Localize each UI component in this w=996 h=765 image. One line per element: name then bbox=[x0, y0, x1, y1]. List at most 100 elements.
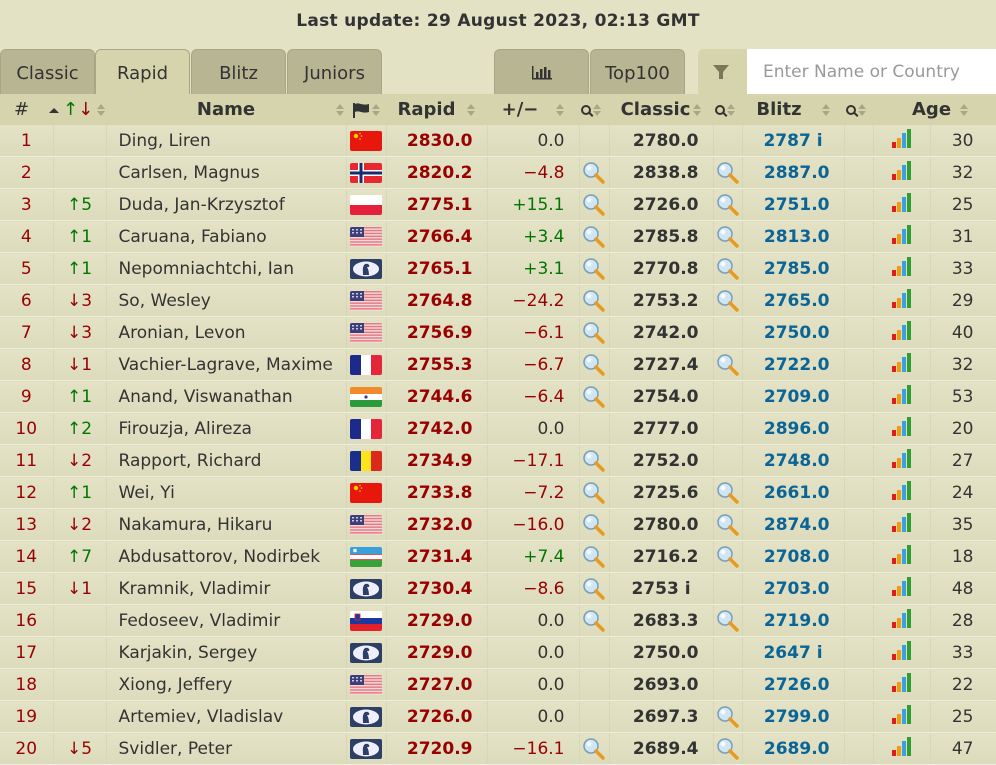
rating-chart-cell[interactable] bbox=[873, 316, 931, 349]
classic-search-cell[interactable] bbox=[579, 316, 610, 349]
diff-header[interactable]: +/− bbox=[487, 94, 579, 125]
player-name-link[interactable]: Aronian, Levon bbox=[106, 316, 347, 349]
magnifier-icon[interactable] bbox=[716, 225, 740, 248]
table-row[interactable]: 1 Ding, Liren 2830.0 0.0 2780.0 2787 i 30 bbox=[0, 125, 996, 157]
search-input[interactable] bbox=[747, 49, 996, 94]
rating-chart-icon[interactable] bbox=[891, 449, 913, 473]
player-name-link[interactable]: Rapport, Richard bbox=[106, 444, 347, 477]
blitz-search-cell[interactable] bbox=[713, 476, 743, 509]
player-name-link[interactable]: Ding, Liren bbox=[106, 125, 347, 157]
tab-blitz[interactable]: Blitz bbox=[191, 49, 286, 94]
table-row[interactable]: 14 ↑7 Abdusattorov, Nodirbek 2731.4 +7.4 2716… bbox=[0, 540, 996, 573]
classic-search-cell[interactable] bbox=[579, 284, 610, 317]
table-row[interactable]: 10 ↑2 Firouzja, Alireza 2742.0 0.0 2777.0 2896… bbox=[0, 412, 996, 445]
table-row[interactable]: 11 ↓2 Rapport, Richard 2734.9 −17.1 2752.0 274… bbox=[0, 444, 996, 477]
classic-search-header[interactable] bbox=[579, 94, 609, 125]
magnifier-icon[interactable] bbox=[716, 161, 740, 184]
player-name-link[interactable]: Fedoseev, Vladimir bbox=[106, 604, 347, 637]
blitz-search-cell[interactable] bbox=[713, 220, 743, 253]
blitz-search-cell[interactable] bbox=[713, 284, 743, 317]
player-name-link[interactable]: Firouzja, Alireza bbox=[106, 412, 347, 445]
rating-chart-icon[interactable] bbox=[891, 385, 913, 409]
player-name-link[interactable]: Xiong, Jeffery bbox=[106, 668, 347, 701]
magnifier-icon[interactable] bbox=[582, 545, 606, 568]
tab-juniors[interactable]: Juniors bbox=[287, 49, 382, 94]
player-name-link[interactable]: Vachier-Lagrave, Maxime bbox=[106, 348, 347, 381]
rating-chart-icon[interactable] bbox=[891, 161, 913, 185]
magnifier-icon[interactable] bbox=[582, 385, 606, 408]
blitz-search-cell[interactable] bbox=[713, 732, 743, 765]
rating-chart-cell[interactable] bbox=[873, 380, 931, 413]
classic-header[interactable]: Classic bbox=[609, 94, 713, 125]
magnifier-icon[interactable] bbox=[716, 481, 740, 504]
player-name-link[interactable]: Anand, Viswanathan bbox=[106, 380, 347, 413]
player-name-link[interactable]: Wei, Yi bbox=[106, 476, 347, 509]
magnifier-icon[interactable] bbox=[582, 289, 606, 312]
magnifier-icon[interactable] bbox=[582, 737, 606, 760]
name-header[interactable]: Name bbox=[106, 94, 346, 125]
rating-chart-icon[interactable] bbox=[891, 513, 913, 537]
rating-chart-cell[interactable] bbox=[873, 252, 931, 285]
magnifier-icon[interactable] bbox=[582, 161, 606, 184]
player-name-link[interactable]: Duda, Jan-Krzysztof bbox=[106, 188, 347, 221]
table-row[interactable]: 20 ↓5 Svidler, Peter 2720.9 −16.1 2689.4 2689.… bbox=[0, 732, 996, 765]
magnifier-icon[interactable] bbox=[582, 321, 606, 344]
rating-chart-icon[interactable] bbox=[891, 577, 913, 601]
magnifier-icon[interactable] bbox=[716, 545, 740, 568]
rank-header[interactable]: # bbox=[0, 94, 60, 125]
filter-funnel-icon[interactable] bbox=[712, 63, 730, 81]
magnifier-icon[interactable] bbox=[582, 449, 606, 472]
blitz-search-cell[interactable] bbox=[713, 604, 743, 637]
rating-chart-cell[interactable] bbox=[873, 220, 931, 253]
player-name-link[interactable]: Nepomniachtchi, Ian bbox=[106, 252, 347, 285]
classic-search-cell[interactable] bbox=[579, 252, 610, 285]
rating-chart-icon[interactable] bbox=[891, 289, 913, 313]
table-row[interactable]: 3 ↑5 Duda, Jan-Krzysztof 2775.1 +15.1 2726.0 2… bbox=[0, 188, 996, 221]
rating-chart-icon[interactable] bbox=[891, 545, 913, 569]
rating-chart-cell[interactable] bbox=[873, 188, 931, 221]
magnifier-icon[interactable] bbox=[716, 513, 740, 536]
rating-chart-cell[interactable] bbox=[873, 572, 931, 605]
rating-chart-icon[interactable] bbox=[891, 641, 913, 665]
change-header[interactable]: ↑↓ bbox=[53, 94, 106, 125]
rapid-header[interactable]: Rapid bbox=[386, 94, 487, 125]
blitz-search-cell[interactable] bbox=[713, 348, 743, 381]
table-row[interactable]: 4 ↑1 Caruana, Fabiano 2766.4 +3.4 2785.8 2813.… bbox=[0, 220, 996, 253]
player-name-link[interactable]: Nakamura, Hikaru bbox=[106, 508, 347, 541]
age-header[interactable]: Age bbox=[912, 94, 996, 125]
rating-chart-cell[interactable] bbox=[873, 125, 931, 157]
tab-classic[interactable]: Classic bbox=[0, 49, 95, 94]
player-name-link[interactable]: Kramnik, Vladimir bbox=[106, 572, 347, 605]
classic-search-cell[interactable] bbox=[579, 732, 610, 765]
classic-search-cell[interactable] bbox=[579, 572, 610, 605]
rating-chart-cell[interactable] bbox=[873, 540, 931, 573]
magnifier-icon[interactable] bbox=[582, 353, 606, 376]
classic-search-cell[interactable] bbox=[579, 380, 610, 413]
rating-chart-icon[interactable] bbox=[891, 257, 913, 281]
classic-search-cell[interactable] bbox=[579, 444, 610, 477]
table-row[interactable]: 9 ↑1 Anand, Viswanathan 2744.6 −6.4 2754.0 270… bbox=[0, 380, 996, 413]
rating-chart-cell[interactable] bbox=[873, 732, 931, 765]
blitz-search-cell[interactable] bbox=[713, 540, 743, 573]
blitz-header[interactable]: Blitz bbox=[742, 94, 844, 125]
blitz-search-header[interactable] bbox=[713, 94, 742, 125]
rating-chart-cell[interactable] bbox=[873, 444, 931, 477]
player-name-link[interactable]: Svidler, Peter bbox=[106, 732, 347, 765]
rating-chart-cell[interactable] bbox=[873, 348, 931, 381]
blitz-search-cell[interactable] bbox=[713, 188, 743, 221]
rating-chart-icon[interactable] bbox=[891, 737, 913, 761]
rating-chart-cell[interactable] bbox=[873, 476, 931, 509]
magnifier-icon[interactable] bbox=[582, 609, 606, 632]
table-row[interactable]: 8 ↓1 Vachier-Lagrave, Maxime 2755.3 −6.7 2727… bbox=[0, 348, 996, 381]
table-row[interactable]: 16 Fedoseev, Vladimir 2729.0 0.0 2683.3 2719.… bbox=[0, 604, 996, 637]
magnifier-icon[interactable] bbox=[716, 257, 740, 280]
classic-search-cell[interactable] bbox=[579, 540, 610, 573]
table-row[interactable]: 2 Carlsen, Magnus 2820.2 −4.8 2838.8 2887.0 32 bbox=[0, 156, 996, 189]
magnifier-icon[interactable] bbox=[582, 513, 606, 536]
classic-search-cell[interactable] bbox=[579, 508, 610, 541]
classic-search-cell[interactable] bbox=[579, 348, 610, 381]
rating-chart-cell[interactable] bbox=[873, 604, 931, 637]
classic-search-cell[interactable] bbox=[579, 156, 610, 189]
rating-chart-icon[interactable] bbox=[891, 609, 913, 633]
rating-chart-icon[interactable] bbox=[891, 129, 913, 153]
